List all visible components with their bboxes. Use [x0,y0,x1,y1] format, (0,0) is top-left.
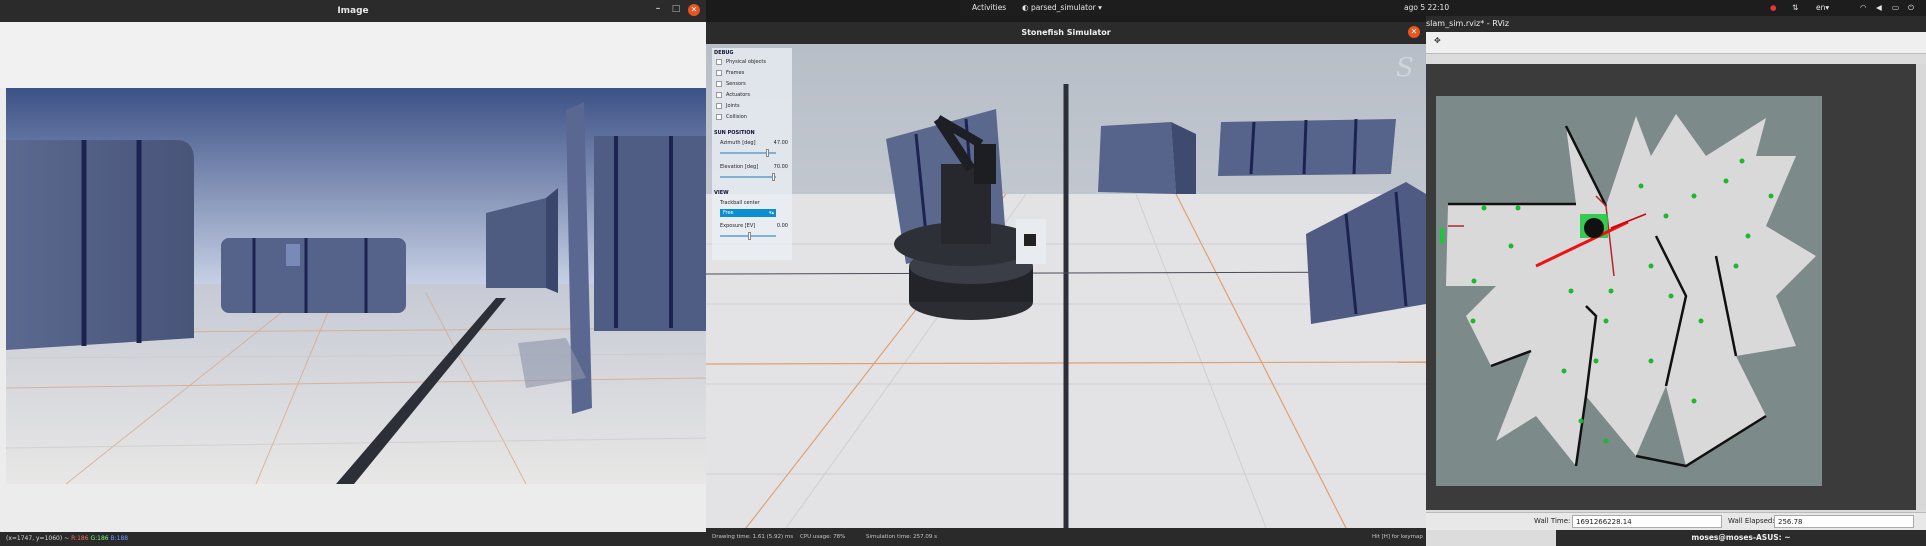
rviz-titlebar[interactable]: slam_sim.rviz* - RViz [1426,16,1926,32]
app-menu[interactable]: ◐ parsed_simulator ▾ [1022,0,1102,16]
maximize-icon[interactable]: □ [670,4,682,16]
azimuth-value: 47.00 [773,140,788,146]
stonefish-title: Stonefish Simulator [1021,28,1111,37]
azimuth-slider[interactable] [720,149,776,157]
svg-text:S: S [1396,53,1414,83]
pixel-red-value: R:186 [71,535,89,542]
exposure-value: 0.00 [776,223,788,229]
simulation-time: Simulation time: 257.09 s [866,534,937,540]
checkbox-physical-objects[interactable]: Physical objects [716,59,766,65]
checkbox-sensors[interactable]: Sensors [716,81,746,87]
camera-image [6,88,706,484]
view-section-title: VIEW [714,190,729,196]
keymap-hint: Hit [H] for keymap [1372,534,1423,540]
clock[interactable]: ago 5 22:10 [1404,0,1449,16]
simulator-status-bar: Drawing time: 1.61 (5.92) ms CPU usage: … [706,528,1426,546]
elevation-slider-knob[interactable] [772,173,775,181]
terminal-title: moses@moses-ASUS: ~ [1691,533,1791,542]
image-window-titlebar[interactable]: Image – □ ✕ [0,0,706,22]
image-toolbar [0,22,706,88]
volume-icon[interactable]: ◀ [1876,0,1882,16]
azimuth-label: Azimuth [deg] [720,140,756,146]
move-tool-icon[interactable]: ✥ [1434,36,1441,45]
network-icon[interactable]: ⇅ [1792,0,1798,16]
battery-icon[interactable]: ▭ [1892,0,1899,16]
pixel-coords: (x=1747, y=1060) ~ [6,535,70,542]
close-icon[interactable]: ✕ [1408,26,1420,38]
stonefish-titlebar[interactable]: Stonefish Simulator ✕ [706,22,1426,44]
image-window-title: Image [337,6,369,16]
checkbox-joints[interactable]: Joints [716,103,740,109]
rviz-scrollbar[interactable] [1916,64,1926,510]
exposure-slider-knob[interactable] [748,232,751,240]
checkbox-actuators[interactable]: Actuators [716,92,750,98]
wifi-icon[interactable]: ◠ [1860,0,1867,16]
drawing-time: Drawing time: 1.61 (5.92) ms [712,534,794,540]
app-menu-label: parsed_simulator ▾ [1030,3,1102,12]
app-icon: ◐ [1022,3,1029,12]
wall-elapsed-field[interactable]: 256.78 [1774,515,1914,528]
azimuth-slider-knob[interactable] [766,149,769,157]
pixel-green-value: G:186 [90,535,109,542]
checkbox-frames[interactable]: Frames [716,70,744,76]
rviz-toolbar: ✥ [1426,32,1926,54]
language-indicator[interactable]: en▾ [1816,0,1829,16]
minimize-icon[interactable]: – [652,4,664,16]
debug-panel: DEBUG Physical objects Frames Sensors Ac… [712,48,792,260]
elevation-label: Elevation [deg] [720,164,759,170]
wall-time-field[interactable]: 1691266228.14 [1572,515,1722,528]
exposure-slider[interactable] [720,232,776,240]
elevation-slider[interactable] [720,173,776,181]
arrows-icon: ▾▴ [768,210,774,216]
stonefish-window: Stonefish Simulator ✕ S DEBUG Physical o… [706,22,1426,546]
trackball-select[interactable]: Free ▾▴ [720,209,776,217]
image-window: Image – □ ✕ (x=1747, y=1060) ~ R:186 G:1… [0,0,706,546]
trackball-label: Trackball center [720,200,760,206]
terminal-titlebar[interactable]: moses@moses-ASUS: ~ [1556,530,1926,546]
cpu-usage: CPU usage: 78% [800,534,846,540]
activities-button[interactable]: Activities [972,0,1006,16]
checkbox-collision[interactable]: Collision [716,114,747,120]
occupancy-grid-map [1436,96,1822,486]
power-icon[interactable]: ⏻ [1908,0,1914,16]
exposure-label: Exposure [EV] [720,223,756,229]
top-panel: Activities ◐ parsed_simulator ▾ ago 5 22… [960,0,1926,16]
close-icon[interactable]: ✕ [688,4,700,16]
pixel-blue-value: B:188 [110,535,129,542]
sun-section-title: SUN POSITION [714,130,755,136]
simulator-viewport[interactable]: S [706,44,1426,528]
rviz-time-panel: Wall Time: 1691266228.14 Wall Elapsed: 2… [1426,512,1926,530]
wall-elapsed-label: Wall Elapsed: [1728,517,1775,525]
rviz-window: slam_sim.rviz* - RViz ✥ Wall Time: 16912… [1426,16,1926,546]
debug-section-title: DEBUG [714,50,734,56]
elevation-value: 70.00 [773,164,788,170]
image-status-bar: (x=1747, y=1060) ~ R:186 G:186 B:188 [0,532,706,546]
notification-icon[interactable]: ● [1770,0,1777,16]
wall-time-label: Wall Time: [1534,517,1571,525]
rviz-title: slam_sim.rviz* - RViz [1426,19,1510,28]
